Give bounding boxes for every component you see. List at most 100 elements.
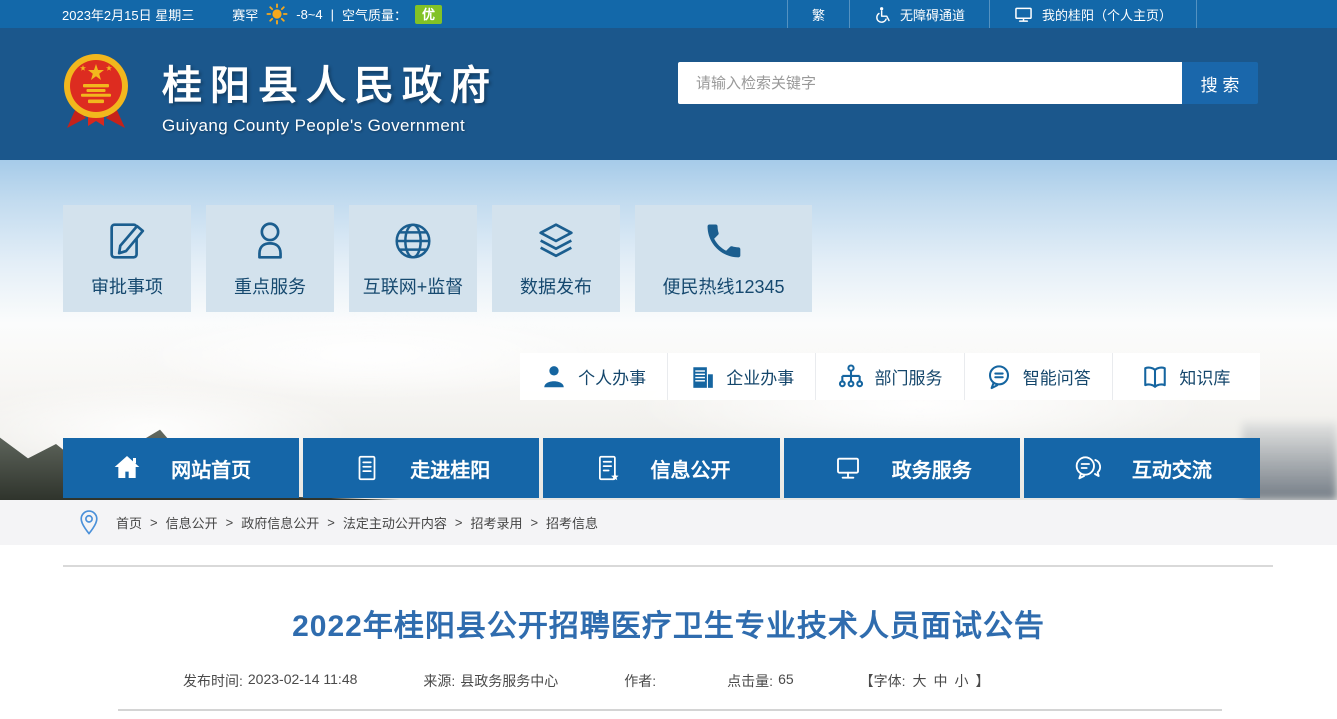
card-hotline-12345[interactable]: 便民热线12345: [635, 205, 812, 312]
breadcrumb-statutory-content[interactable]: 法定主动公开内容: [343, 513, 447, 532]
accessibility-label: 无障碍通道: [899, 7, 965, 23]
weather-divider: |: [330, 6, 335, 22]
nav-label: 互动交流: [1131, 459, 1212, 482]
card-label: 审批事项: [91, 277, 163, 297]
service-label: 知识库: [1179, 369, 1231, 388]
nav-label: 政务服务: [891, 459, 972, 482]
article-content: 2022年桂阳县公开招聘医疗卫生专业技术人员面试公告 发布时间: 2023-02…: [0, 565, 1337, 711]
card-label: 数据发布: [520, 277, 592, 297]
hero-banner: 审批事项 重点服务 互联网+监督 数据发布 便民热线12345 个人办事 企业办…: [0, 160, 1337, 500]
article-meta: 发布时间: 2023-02-14 11:48 来源: 县政务服务中心 作者: 点…: [183, 671, 1337, 691]
quick-service-cards: 审批事项 重点服务 互联网+监督 数据发布 便民热线12345: [63, 205, 812, 312]
breadcrumb-separator: >: [454, 515, 463, 530]
traditional-chinese-link[interactable]: 繁: [786, 0, 849, 28]
chat-icon: [1072, 452, 1104, 484]
service-department-services[interactable]: 部门服务: [815, 353, 963, 400]
accessibility-link[interactable]: 无障碍通道: [848, 0, 989, 28]
search-button[interactable]: 搜 索: [1182, 62, 1258, 104]
font-size-medium-button[interactable]: 中: [934, 671, 948, 691]
nav-about-guiyang[interactable]: 走进桂阳: [303, 438, 540, 498]
edit-icon: [104, 218, 150, 264]
building-icon: [689, 364, 715, 390]
card-key-services[interactable]: 重点服务: [206, 205, 334, 312]
home-icon: [111, 452, 143, 484]
hit-count-label: 点击量:: [727, 673, 774, 689]
font-size-widget: 【字体: 大 中 小 】: [860, 671, 990, 691]
card-label: 互联网+监督: [362, 277, 464, 297]
topbar-left: 2023年2月15日 星期三 赛罕 -8~4 | 空气质量： 优: [62, 0, 443, 28]
article-title: 2022年桂阳县公开招聘医疗卫生专业技术人员面试公告: [292, 610, 1045, 643]
site-titles: 桂阳县人民政府 Guiyang County People's Governme…: [162, 53, 498, 136]
nav-interaction[interactable]: 互动交流: [1023, 438, 1261, 498]
air-quality-badge[interactable]: 优: [415, 4, 443, 24]
divider-line: [118, 709, 1222, 711]
sun-icon: [266, 3, 288, 25]
user-outline-icon: [247, 218, 293, 264]
topbar: 2023年2月15日 星期三 赛罕 -8~4 | 空气质量： 优 繁 无障碍通道…: [0, 0, 1337, 28]
site-header: 桂阳县人民政府 Guiyang County People's Governme…: [0, 28, 1337, 160]
nav-label: 走进桂阳: [410, 459, 491, 482]
card-label: 重点服务: [234, 277, 306, 297]
source-value: 县政务服务中心: [460, 673, 559, 689]
main-nav: 网站首页 走进桂阳 信息公开 政务服务 互动交流: [63, 438, 1261, 498]
book-icon: [1142, 364, 1168, 390]
globe-icon: [390, 218, 436, 264]
font-size-small-button[interactable]: 小: [955, 671, 969, 691]
card-approval-items[interactable]: 审批事项: [63, 205, 191, 312]
author: 作者:: [624, 671, 661, 691]
document-star-icon: [593, 452, 623, 484]
my-portal-label: 我的桂阳（个人主页）: [1041, 7, 1172, 23]
nav-information-disclosure[interactable]: 信息公开: [543, 438, 780, 498]
card-data-release[interactable]: 数据发布: [492, 205, 620, 312]
site-name: 桂阳县人民政府: [162, 63, 498, 108]
phone-icon: [701, 218, 747, 264]
service-smart-qa[interactable]: 智能问答: [963, 353, 1112, 400]
service-bar: 个人办事 企业办事 部门服务 智能问答 知识库: [520, 353, 1260, 400]
service-label: 部门服务: [874, 369, 943, 388]
breadcrumb: 首页 > 信息公开 > 政府信息公开 > 法定主动公开内容 > 招考录用 > 招…: [0, 500, 1337, 545]
layers-icon: [533, 218, 579, 264]
nav-label: 网站首页: [171, 459, 252, 482]
service-personal-affairs[interactable]: 个人办事: [520, 353, 667, 400]
source-label: 来源:: [423, 673, 456, 689]
font-size-suffix: 】: [975, 673, 990, 689]
font-size-prefix: 【字体:: [859, 673, 906, 689]
my-portal-link[interactable]: 我的桂阳（个人主页）: [988, 0, 1196, 28]
nav-home[interactable]: 网站首页: [63, 438, 300, 498]
divider-line: [63, 565, 1273, 567]
service-label: 个人办事: [578, 369, 647, 388]
topbar-links: 繁 无障碍通道 我的桂阳（个人主页）: [786, 0, 1197, 28]
service-knowledge-base[interactable]: 知识库: [1111, 353, 1260, 400]
monitor-icon: [832, 452, 864, 484]
breadcrumb-recruitment-info: 招考信息: [546, 516, 599, 531]
breadcrumb-separator: >: [327, 515, 335, 530]
font-size-large-button[interactable]: 大: [913, 671, 927, 691]
traditional-chinese-label: 繁: [811, 7, 825, 23]
air-quality-label: 空气质量：: [342, 7, 408, 23]
service-enterprise-affairs[interactable]: 企业办事: [667, 353, 815, 400]
breadcrumb-separator: >: [150, 515, 158, 530]
wheelchair-icon: [874, 6, 891, 23]
site-brand[interactable]: 桂阳县人民政府 Guiyang County People's Governme…: [62, 52, 498, 136]
publish-time: 发布时间: 2023-02-14 11:48: [183, 671, 357, 691]
org-chart-icon: [838, 363, 864, 390]
card-internet-supervision[interactable]: 互联网+监督: [349, 205, 477, 312]
publish-time-label: 发布时间:: [183, 673, 243, 689]
breadcrumb-gov-info[interactable]: 政府信息公开: [241, 513, 319, 532]
site-name-en: Guiyang County People's Government: [162, 115, 466, 135]
search-input[interactable]: [678, 62, 1182, 104]
breadcrumb-recruitment[interactable]: 招考录用: [470, 513, 522, 532]
breadcrumb-home[interactable]: 首页: [116, 513, 142, 532]
document-icon: [352, 452, 382, 484]
source: 来源: 县政务服务中心: [423, 671, 558, 691]
breadcrumb-info-disclosure[interactable]: 信息公开: [166, 513, 218, 532]
page: 2023年2月15日 星期三 赛罕 -8~4 | 空气质量： 优 繁 无障碍通道…: [0, 0, 1337, 719]
hit-count: 点击量: 65: [727, 671, 793, 691]
search-box: 搜 索: [678, 62, 1258, 104]
author-label: 作者:: [624, 673, 657, 689]
breadcrumb-separator: >: [225, 515, 234, 530]
nav-government-services[interactable]: 政务服务: [783, 438, 1020, 498]
monitor-small-icon: [1014, 6, 1033, 23]
card-label: 便民热线12345: [662, 277, 785, 297]
weather-widget: 赛罕 -8~4 | 空气质量： 优: [232, 3, 443, 25]
